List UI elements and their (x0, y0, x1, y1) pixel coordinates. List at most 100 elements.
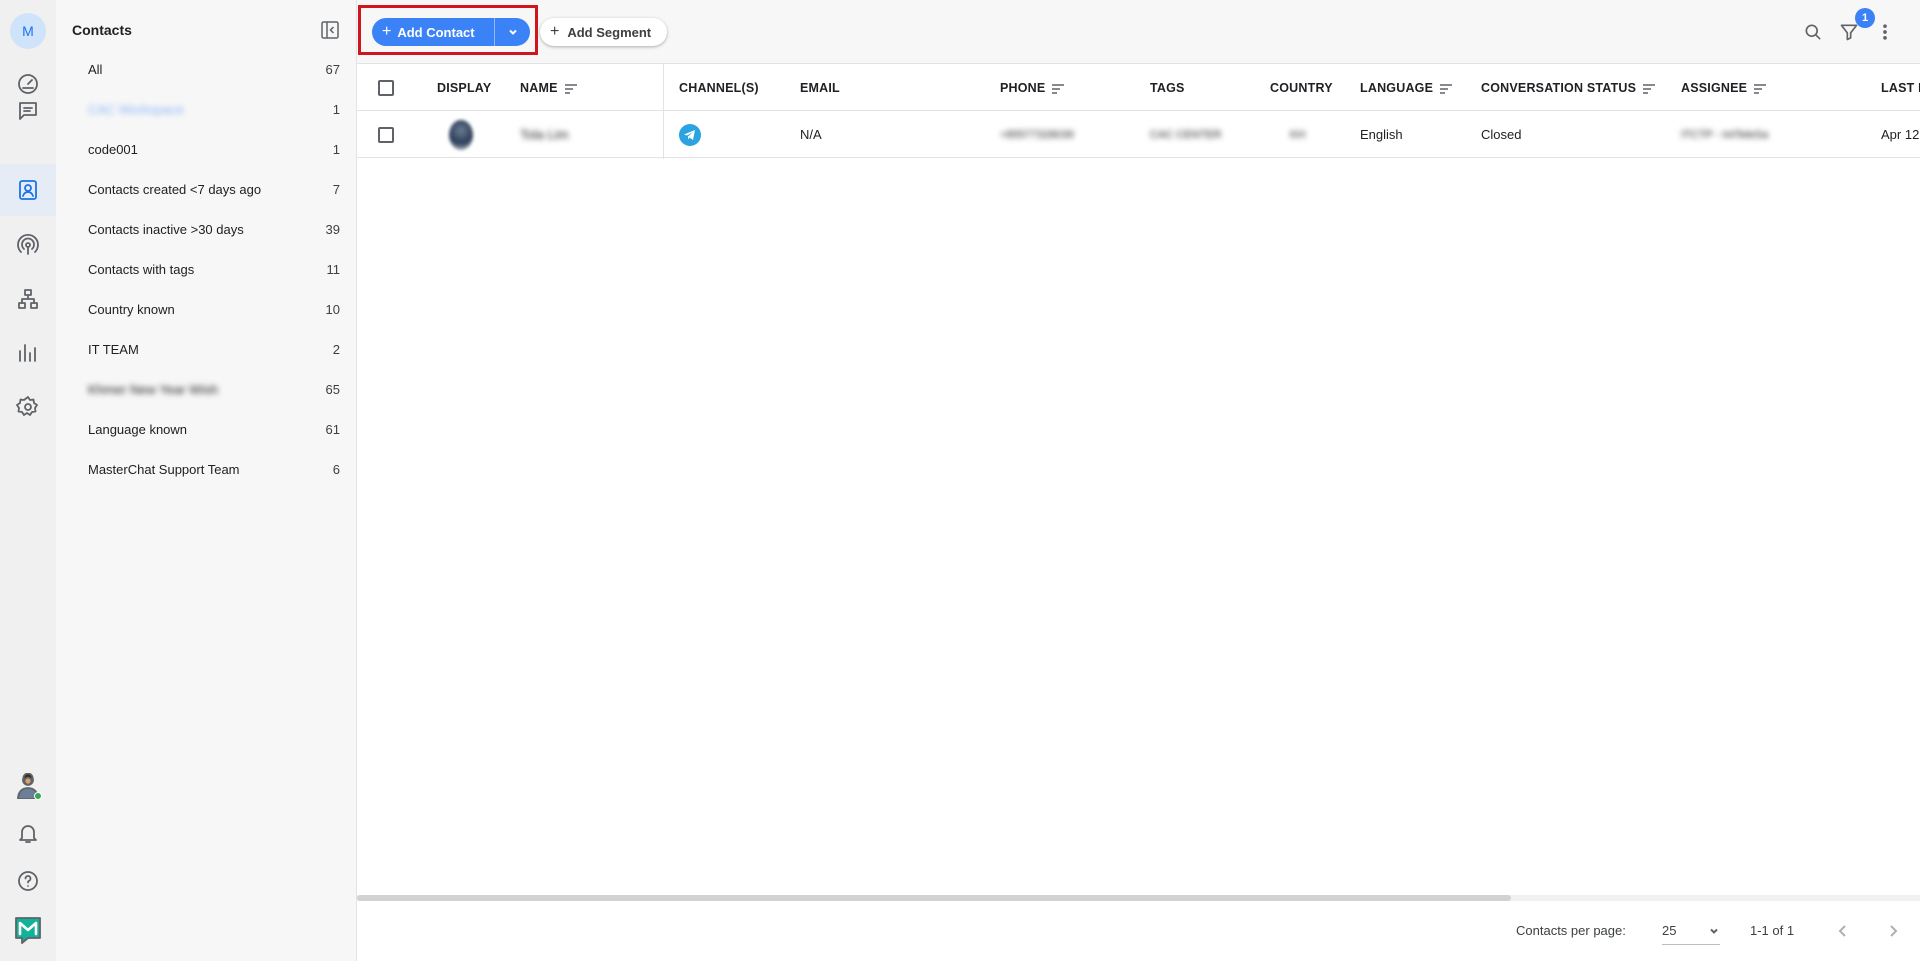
contact-language: English (1360, 127, 1403, 142)
pagination-range: 1-1 of 1 (1750, 923, 1795, 938)
contact-email: N/A (800, 127, 822, 142)
sort-icon[interactable] (1753, 83, 1767, 94)
per-page-value: 25 (1662, 923, 1677, 938)
contact-avatar (449, 119, 473, 150)
segment-item-created-recent[interactable]: Contacts created <7 days ago 7 (56, 169, 356, 209)
segment-count: 65 (325, 381, 340, 397)
help-button[interactable] (0, 855, 56, 907)
sort-icon[interactable] (564, 83, 578, 94)
segment-label: Language known (88, 421, 188, 437)
contact-country: KH (1290, 128, 1306, 141)
column-divider (663, 64, 664, 159)
header-tags: TAGS (1150, 80, 1185, 95)
app-logo-icon[interactable] (14, 916, 42, 944)
segment-count: 6 (332, 461, 340, 477)
header-email: EMAIL (800, 80, 840, 95)
segment-item-country-known[interactable]: Country known 10 (56, 289, 356, 329)
search-button[interactable] (1801, 20, 1825, 44)
add-contact-label: Add Contact (397, 24, 475, 40)
sort-icon[interactable] (1051, 83, 1065, 94)
segment-label: Contacts with tags (88, 261, 195, 277)
segment-item-support-team[interactable]: MasterChat Support Team 6 (56, 449, 356, 489)
segments-sidebar: Contacts All 67 CAC Workspace 1 code001 1 C… (56, 0, 357, 961)
notifications-button[interactable] (0, 807, 56, 859)
help-icon (18, 871, 38, 891)
segment-item-code001[interactable]: code001 1 (56, 129, 356, 169)
add-contact-split-button: + Add Contact (372, 18, 530, 46)
segment-item-workspace[interactable]: CAC Workspace 1 (56, 89, 356, 129)
add-contact-dropdown-button[interactable] (494, 18, 530, 46)
nav-broadcast[interactable] (0, 219, 56, 271)
per-page-select[interactable]: 25 (1662, 917, 1720, 945)
row-checkbox[interactable] (378, 126, 394, 143)
nav-messages[interactable] (0, 85, 56, 137)
sidebar-title: Contacts (72, 22, 132, 38)
segment-label: Country known (88, 301, 175, 317)
contact-phone: +85577328039 (1000, 128, 1074, 141)
sort-icon[interactable] (1642, 83, 1656, 94)
chevron-right-icon (1890, 925, 1898, 937)
segment-item-with-tags[interactable]: Contacts with tags 11 (56, 249, 356, 289)
contact-last-message: Apr 12 (1881, 127, 1920, 142)
contact-name-link[interactable]: Tola Lim (520, 111, 568, 158)
nav-contacts[interactable] (0, 164, 56, 216)
segment-count: 10 (325, 301, 340, 317)
nav-reports[interactable] (0, 327, 56, 379)
segment-item-it-team[interactable]: IT TEAM 2 (56, 329, 356, 369)
more-options-button[interactable] (1873, 20, 1897, 44)
segment-label: Khmer New Year Wish (88, 381, 219, 397)
segment-count: 39 (325, 221, 340, 237)
chevron-down-icon (1710, 928, 1718, 934)
plus-icon: + (382, 23, 392, 40)
filter-icon (1840, 24, 1858, 41)
online-status-dot (34, 792, 42, 800)
chevron-left-icon (1838, 925, 1846, 937)
contacts-main: + Add Contact + Add Segment 1 DISPLAY NA… (357, 0, 1920, 961)
reports-bar-chart-icon (19, 344, 36, 362)
segment-count: 67 (325, 61, 340, 77)
nav-workflow[interactable] (0, 273, 56, 325)
segment-count: 11 (326, 261, 341, 277)
workspace-avatar[interactable]: M (10, 13, 46, 49)
header-phone[interactable]: PHONE (1000, 64, 1065, 111)
more-vertical-icon (1883, 24, 1887, 40)
header-channels: CHANNEL(S) (679, 80, 759, 95)
table-header: DISPLAY NAME CHANNEL(S) EMAIL PHONE TAGS… (357, 64, 1920, 111)
filter-count-badge: 1 (1855, 8, 1875, 28)
settings-gear-icon (16, 396, 38, 416)
contacts-table: DISPLAY NAME CHANNEL(S) EMAIL PHONE TAGS… (357, 64, 1920, 158)
add-segment-button[interactable]: + Add Segment (540, 18, 667, 46)
next-page-button[interactable] (1881, 919, 1905, 943)
header-display: DISPLAY (437, 80, 492, 95)
segment-label: CAC Workspace (88, 101, 184, 117)
segment-list: All 67 CAC Workspace 1 code001 1 Contacts c… (56, 49, 356, 489)
workflow-icon (18, 289, 38, 309)
plus-icon: + (550, 23, 560, 40)
nav-settings[interactable] (0, 381, 56, 433)
table-pagination: Contacts per page: 25 1-1 of 1 (357, 901, 1920, 961)
header-conversation-status[interactable]: CONVERSATION STATUS (1481, 64, 1656, 111)
contacts-icon (19, 180, 37, 200)
broadcast-icon (17, 233, 39, 255)
select-all-checkbox[interactable] (378, 79, 394, 96)
header-country: COUNTRY (1270, 80, 1333, 95)
segment-item-new-year[interactable]: Khmer New Year Wish 65 (56, 369, 356, 409)
header-assignee[interactable]: ASSIGNEE (1681, 64, 1767, 111)
segment-count: 7 (332, 181, 340, 197)
telegram-icon (679, 123, 701, 146)
table-row[interactable]: Tola Lim N/A +85577328039 CAC CENTER KH … (357, 111, 1920, 158)
segment-item-language-known[interactable]: Language known 61 (56, 409, 356, 449)
collapse-sidebar-icon[interactable] (321, 21, 339, 39)
per-page-label: Contacts per page: (1516, 923, 1626, 938)
add-contact-button[interactable]: + Add Contact (372, 18, 494, 46)
previous-page-button[interactable] (1831, 919, 1855, 943)
sort-icon[interactable] (1439, 83, 1453, 94)
header-name[interactable]: NAME (520, 64, 578, 111)
segment-item-inactive[interactable]: Contacts inactive >30 days 39 (56, 209, 356, 249)
icon-rail: M (0, 0, 56, 961)
segment-item-all[interactable]: All 67 (56, 49, 356, 89)
contact-assignee: ITCTP - IntTeleSa (1681, 128, 1769, 141)
segment-label: Contacts created <7 days ago (88, 181, 262, 197)
header-language[interactable]: LANGUAGE (1360, 64, 1453, 111)
segment-count: 1 (332, 101, 340, 117)
